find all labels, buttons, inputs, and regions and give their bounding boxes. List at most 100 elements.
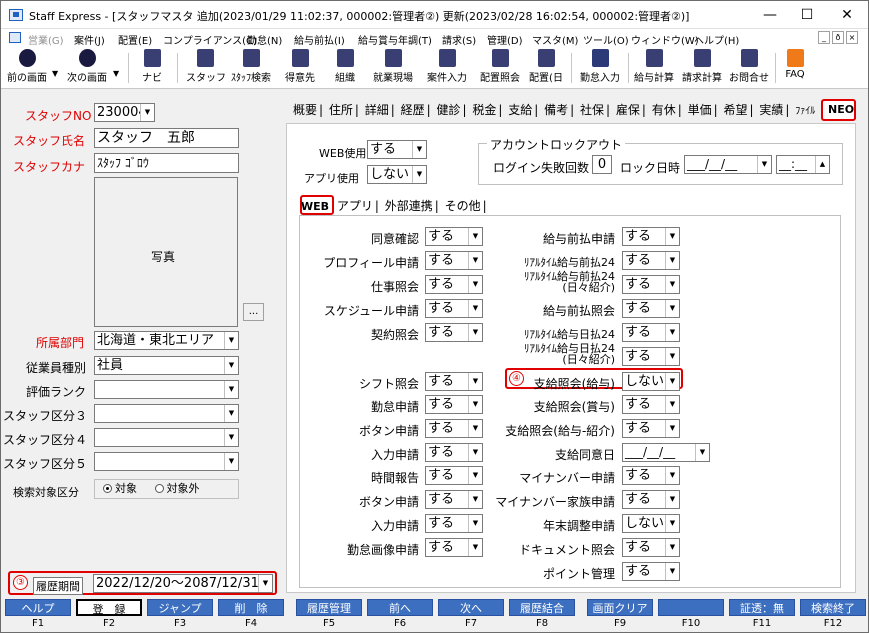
web-left-select-1[interactable]: する ▼ [425, 251, 483, 270]
organization-button[interactable]: 組織 [330, 49, 360, 84]
menu-sales[interactable]: 営業(G) [28, 32, 64, 47]
forward-button[interactable]: 次の画面 [63, 49, 111, 84]
web-right-select-9[interactable]: ___/__/__ ▼ [622, 443, 710, 462]
web-right-select-1[interactable]: する ▼ [622, 251, 680, 270]
maximize-button[interactable]: ☐ [792, 4, 822, 26]
lock-time-input[interactable]: __:__ ▲ [776, 155, 830, 174]
menu-advance-pay[interactable]: 給与前払(I) [294, 32, 345, 47]
web-right-select-2[interactable]: する ▼ [622, 275, 680, 294]
fkey-f3-button[interactable]: ジャンプ [147, 599, 213, 616]
web-left-select-2[interactable]: する ▼ [425, 275, 483, 294]
search-target-on-radio[interactable]: 対象 [103, 482, 137, 495]
client-button[interactable]: 得意先 [280, 49, 320, 84]
fkey-f9-button[interactable]: 画面クリア [587, 599, 653, 616]
payroll-calc-button[interactable]: 給与計算 [631, 49, 677, 84]
subtab-external[interactable]: 外部連携 [385, 199, 433, 213]
tab-detail[interactable]: 詳細 [365, 103, 389, 117]
rank-select[interactable]: ▼ [94, 380, 239, 399]
menu-project[interactable]: 案件(J) [74, 32, 105, 47]
app-use-select[interactable]: しない ▼ [367, 165, 427, 184]
staff-search-button[interactable]: ｽﾀｯﾌ検索 [228, 49, 274, 84]
fkey-f8-button[interactable]: 履歴結合 [509, 599, 575, 616]
web-left-select-4[interactable]: する ▼ [425, 323, 483, 342]
tab-neo[interactable]: NEO [821, 99, 856, 121]
tab-wish[interactable]: 希望 [724, 103, 748, 117]
web-right-select-7[interactable]: する ▼ [622, 395, 680, 414]
history-period-select[interactable]: 2022/12/20～2087/12/31 ▼ [93, 574, 273, 593]
web-right-select-13[interactable]: する ▼ [622, 538, 680, 557]
close-button[interactable]: ✕ [832, 4, 862, 26]
menu-compliance[interactable]: コンプライアンス(C) [163, 32, 257, 47]
tab-health[interactable]: 健診 [437, 103, 461, 117]
billing-calc-button[interactable]: 請求計算 [679, 49, 725, 84]
fkey-f7-button[interactable]: 次へ [438, 599, 504, 616]
web-left-select-5[interactable]: する ▼ [425, 372, 483, 391]
web-left-select-3[interactable]: する ▼ [425, 299, 483, 318]
fkey-f11-button[interactable]: 証透：無 [729, 599, 795, 616]
back-dropdown-icon[interactable]: ▼ [52, 69, 58, 78]
web-right-select-4[interactable]: する ▼ [622, 323, 680, 342]
web-right-select-6[interactable]: しない ▼ [622, 372, 680, 391]
web-left-select-0[interactable]: する ▼ [425, 227, 483, 246]
minimize-button[interactable]: — [755, 4, 785, 26]
fkey-f4-button[interactable]: 削 除 [218, 599, 284, 616]
search-target-off-radio[interactable]: 対象外 [154, 482, 200, 495]
mdi-minimize-button[interactable]: _ [818, 31, 830, 44]
menu-master[interactable]: マスタ(M) [532, 32, 578, 47]
tab-unit-price[interactable]: 単価 [688, 103, 712, 117]
cat3-select[interactable]: ▼ [94, 404, 239, 423]
login-fail-input[interactable]: 0 [592, 155, 612, 174]
fkey-f2-button[interactable]: 登 録 [76, 599, 142, 616]
inquiry-button[interactable]: お問合せ [727, 49, 771, 84]
menu-payroll[interactable]: 給与賞与年調(T) [358, 32, 432, 47]
back-button[interactable]: 前の画面 [5, 49, 49, 84]
menu-attendance[interactable]: 勤怠(N) [247, 32, 282, 47]
staff-button[interactable]: スタッフ [186, 49, 226, 84]
web-right-select-11[interactable]: する ▼ [622, 490, 680, 509]
tab-social-insurance[interactable]: 社保 [580, 103, 604, 117]
web-left-select-7[interactable]: する ▼ [425, 419, 483, 438]
fkey-f6-button[interactable]: 前へ [367, 599, 433, 616]
assignment-day-button[interactable]: 配置(日 [527, 49, 565, 84]
staff-no-select[interactable]: 230004 ▼ [94, 103, 155, 122]
tab-career[interactable]: 経歴 [401, 103, 425, 117]
menu-window[interactable]: ウィンドウ(W) [631, 32, 699, 47]
tab-address[interactable]: 住所 [329, 103, 353, 117]
menu-tools[interactable]: ツール(O) [583, 32, 629, 47]
web-left-select-6[interactable]: する ▼ [425, 395, 483, 414]
fkey-f12-button[interactable]: 検索終了 [800, 599, 866, 616]
tab-file[interactable]: ﾌｧｲﾙ [795, 106, 815, 117]
web-use-select[interactable]: する ▼ [367, 140, 427, 159]
web-left-select-8[interactable]: する ▼ [425, 443, 483, 462]
mdi-close-button[interactable]: × [846, 31, 858, 44]
web-right-select-12[interactable]: しない ▼ [622, 514, 680, 533]
subtab-web[interactable]: WEB [301, 200, 329, 213]
staff-name-input[interactable]: スタッフ 五郎 [94, 128, 239, 148]
tab-paid-leave[interactable]: 有休 [652, 103, 676, 117]
worksite-button[interactable]: 就業現場 [369, 49, 417, 84]
menu-admin[interactable]: 管理(D) [487, 32, 523, 47]
subtab-other[interactable]: その他 [445, 199, 481, 213]
lock-date-input[interactable]: ___/__/__ ▼ [684, 155, 772, 174]
fkey-f5-button[interactable]: 履歴管理 [296, 599, 362, 616]
tab-remarks[interactable]: 備考 [544, 103, 568, 117]
tab-employment-insurance[interactable]: 雇保 [616, 103, 640, 117]
dept-select[interactable]: 北海道・東北エリア ▼ [94, 331, 239, 350]
menu-assignment[interactable]: 配置(E) [118, 32, 152, 47]
faq-button[interactable]: FAQ [781, 49, 809, 80]
fkey-f1-button[interactable]: ヘルプ [5, 599, 71, 616]
subtab-app[interactable]: アプリ [337, 199, 373, 213]
project-input-button[interactable]: 案件入力 [424, 49, 470, 84]
attendance-input-button[interactable]: 勤怠入力 [577, 49, 623, 84]
web-right-select-8[interactable]: する ▼ [622, 419, 680, 438]
web-left-select-10[interactable]: する ▼ [425, 490, 483, 509]
assignment-inquiry-button[interactable]: 配置照会 [477, 49, 523, 84]
tab-overview[interactable]: 概要 [293, 103, 317, 117]
tab-payment[interactable]: 支給 [508, 103, 532, 117]
cat4-select[interactable]: ▼ [94, 428, 239, 447]
cat5-select[interactable]: ▼ [94, 452, 239, 471]
navi-button[interactable]: ナビ [137, 49, 167, 84]
photo-browse-button[interactable]: ... [243, 303, 264, 321]
web-left-select-12[interactable]: する ▼ [425, 538, 483, 557]
emp-type-select[interactable]: 社員 ▼ [94, 356, 239, 375]
